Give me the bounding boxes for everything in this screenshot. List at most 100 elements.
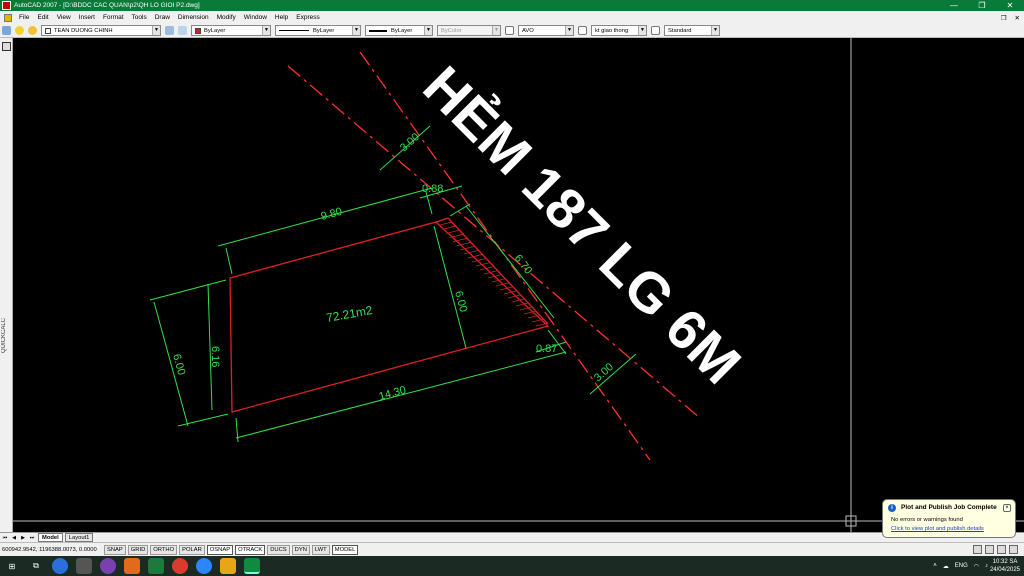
color-dropdown[interactable]: ByLayer ▼: [191, 25, 271, 36]
notification-close-button[interactable]: ×: [1003, 504, 1011, 512]
dim-text-road-bottom: 3.00: [592, 361, 616, 384]
notification-message: No errors or warnings found: [891, 517, 963, 523]
document-icon[interactable]: [4, 13, 12, 22]
lightbulb-icon[interactable]: [15, 26, 24, 35]
clean-screen-icon[interactable]: [1009, 545, 1018, 554]
menu-draw[interactable]: Draw: [151, 14, 174, 21]
chevron-down-icon: ▼: [638, 26, 646, 35]
chevron-down-icon: ▼: [352, 26, 360, 35]
next-tab-button[interactable]: ▶: [19, 534, 27, 542]
app-icon[interactable]: [124, 558, 140, 574]
lwt-toggle[interactable]: LWT: [311, 544, 330, 555]
hatch-line: [436, 218, 473, 223]
otrack-toggle[interactable]: OTRACK: [235, 544, 266, 555]
dim-text-left-outer: 6.00: [170, 353, 187, 377]
ortho-toggle[interactable]: ORTHO: [150, 544, 178, 555]
quickcalc-tab[interactable]: QUICKCALC: [1, 318, 7, 353]
dimension-style-icon[interactable]: [578, 26, 587, 35]
table-style-dropdown[interactable]: Standard ▼: [664, 25, 720, 36]
tab-layout1[interactable]: Layout1: [64, 533, 94, 542]
communication-center-icon[interactable]: [973, 545, 982, 554]
properties-toolbar: TEAN DUONG CHINH ▼ ByLayer ▼ ByLayer ▼ B…: [0, 24, 1024, 38]
close-button[interactable]: ✕: [996, 0, 1024, 11]
menu-format[interactable]: Format: [99, 14, 128, 21]
plot-status-icon[interactable]: [997, 545, 1006, 554]
last-tab-button[interactable]: ⏭: [28, 534, 36, 542]
menu-insert[interactable]: Insert: [75, 14, 99, 21]
title-bar: AutoCAD 2007 - [D:\BDDC CAC QUAN\p2\QH L…: [0, 0, 1024, 11]
wifi-icon[interactable]: ◠: [974, 563, 979, 570]
layer-manager-icon[interactable]: [2, 26, 11, 35]
task-view-icon[interactable]: ⧉: [28, 558, 44, 574]
file-explorer-icon[interactable]: [220, 558, 236, 574]
model-toggle[interactable]: MODEL: [331, 544, 359, 555]
properties-palette-icon[interactable]: [2, 42, 11, 51]
text-style-dropdown[interactable]: AVO ▼: [518, 25, 574, 36]
prev-tab-button[interactable]: ◀: [10, 534, 18, 542]
layer-previous-icon[interactable]: [165, 26, 174, 35]
coordinate-readout[interactable]: 600942.9542, 1196388.0073, 0.0000: [0, 547, 104, 553]
notification-details-link[interactable]: Click to view plot and publish details: [891, 526, 984, 532]
menu-bar: File Edit View Insert Format Tools Draw …: [0, 11, 1024, 24]
drawing-svg[interactable]: 9.80 6.00 6.16 14.30 6.00 6.70 3.00 0.88…: [13, 38, 1024, 532]
plotstyle-dropdown: ByColor ▼: [437, 25, 501, 36]
dim-text-corner-top: 0.88: [422, 183, 443, 195]
clock-time: 10:32 SA: [992, 559, 1018, 565]
menu-dimension[interactable]: Dimension: [174, 14, 213, 21]
zalo-icon[interactable]: [196, 558, 212, 574]
linetype-dropdown[interactable]: ByLayer ▼: [275, 25, 361, 36]
first-tab-button[interactable]: ⏮: [1, 534, 9, 542]
excel-icon[interactable]: [148, 558, 164, 574]
polar-toggle[interactable]: POLAR: [179, 544, 205, 555]
menu-help[interactable]: Help: [271, 14, 292, 21]
lock-icon[interactable]: [985, 545, 994, 554]
snap-toggle[interactable]: SNAP: [104, 544, 126, 555]
drawing-canvas[interactable]: 9.80 6.00 6.16 14.30 6.00 6.70 3.00 0.88…: [13, 38, 1024, 532]
text-style-icon[interactable]: [505, 26, 514, 35]
sun-icon[interactable]: [28, 26, 37, 35]
hatch-line: [443, 223, 485, 235]
restore-button[interactable]: ❐: [968, 0, 996, 11]
menu-view[interactable]: View: [53, 14, 75, 21]
volume-icon[interactable]: ♪: [985, 563, 988, 569]
start-icon[interactable]: ⊞: [4, 558, 20, 574]
lineweight-dropdown[interactable]: ByLayer ▼: [365, 25, 433, 36]
hatch-line: [455, 235, 497, 247]
hatch-line: [475, 255, 517, 267]
menu-file[interactable]: File: [15, 14, 33, 21]
menu-express[interactable]: Express: [292, 14, 323, 21]
chevron-up-icon[interactable]: ˄: [933, 563, 937, 569]
widgets-icon[interactable]: [76, 558, 92, 574]
menu-window[interactable]: Window: [240, 14, 271, 21]
doc-restore-button[interactable]: ❐: [997, 14, 1011, 22]
osnap-toggle[interactable]: OSNAP: [206, 544, 234, 555]
dim-ext-line: [149, 279, 227, 301]
hatch-line: [507, 287, 548, 299]
menu-edit[interactable]: Edit: [33, 14, 52, 21]
make-object-layer-current-icon[interactable]: [178, 26, 187, 35]
clock-date: 24/04/2025: [989, 567, 1020, 573]
menu-tools[interactable]: Tools: [128, 14, 151, 21]
clock[interactable]: 10:32 SA 24/04/2025: [990, 558, 1020, 574]
chrome-icon[interactable]: [172, 558, 188, 574]
chevron-down-icon: ▼: [565, 26, 573, 35]
copilot-icon[interactable]: [52, 558, 68, 574]
chevron-down-icon: ▼: [711, 26, 719, 35]
doc-close-button[interactable]: ✕: [1011, 14, 1024, 22]
layer-dropdown[interactable]: TEAN DUONG CHINH ▼: [41, 25, 161, 36]
hatch-line: [392, 172, 432, 182]
autocad-taskbar-icon[interactable]: [244, 558, 260, 574]
ducs-toggle[interactable]: DUCS: [267, 544, 290, 555]
dyn-toggle[interactable]: DYN: [291, 544, 310, 555]
table-style-value: Standard: [668, 27, 692, 34]
cloud-icon[interactable]: ☁: [943, 563, 949, 570]
language-indicator[interactable]: ENG: [955, 563, 968, 569]
browser-icon[interactable]: [100, 558, 116, 574]
dimension-style-dropdown[interactable]: kt giao thong ▼: [591, 25, 647, 36]
minimize-button[interactable]: —: [940, 0, 968, 11]
table-style-icon[interactable]: [651, 26, 660, 35]
hatch-line: [467, 247, 509, 259]
tab-model[interactable]: Model: [38, 533, 63, 542]
grid-toggle[interactable]: GRID: [127, 544, 149, 555]
menu-modify[interactable]: Modify: [213, 14, 240, 21]
